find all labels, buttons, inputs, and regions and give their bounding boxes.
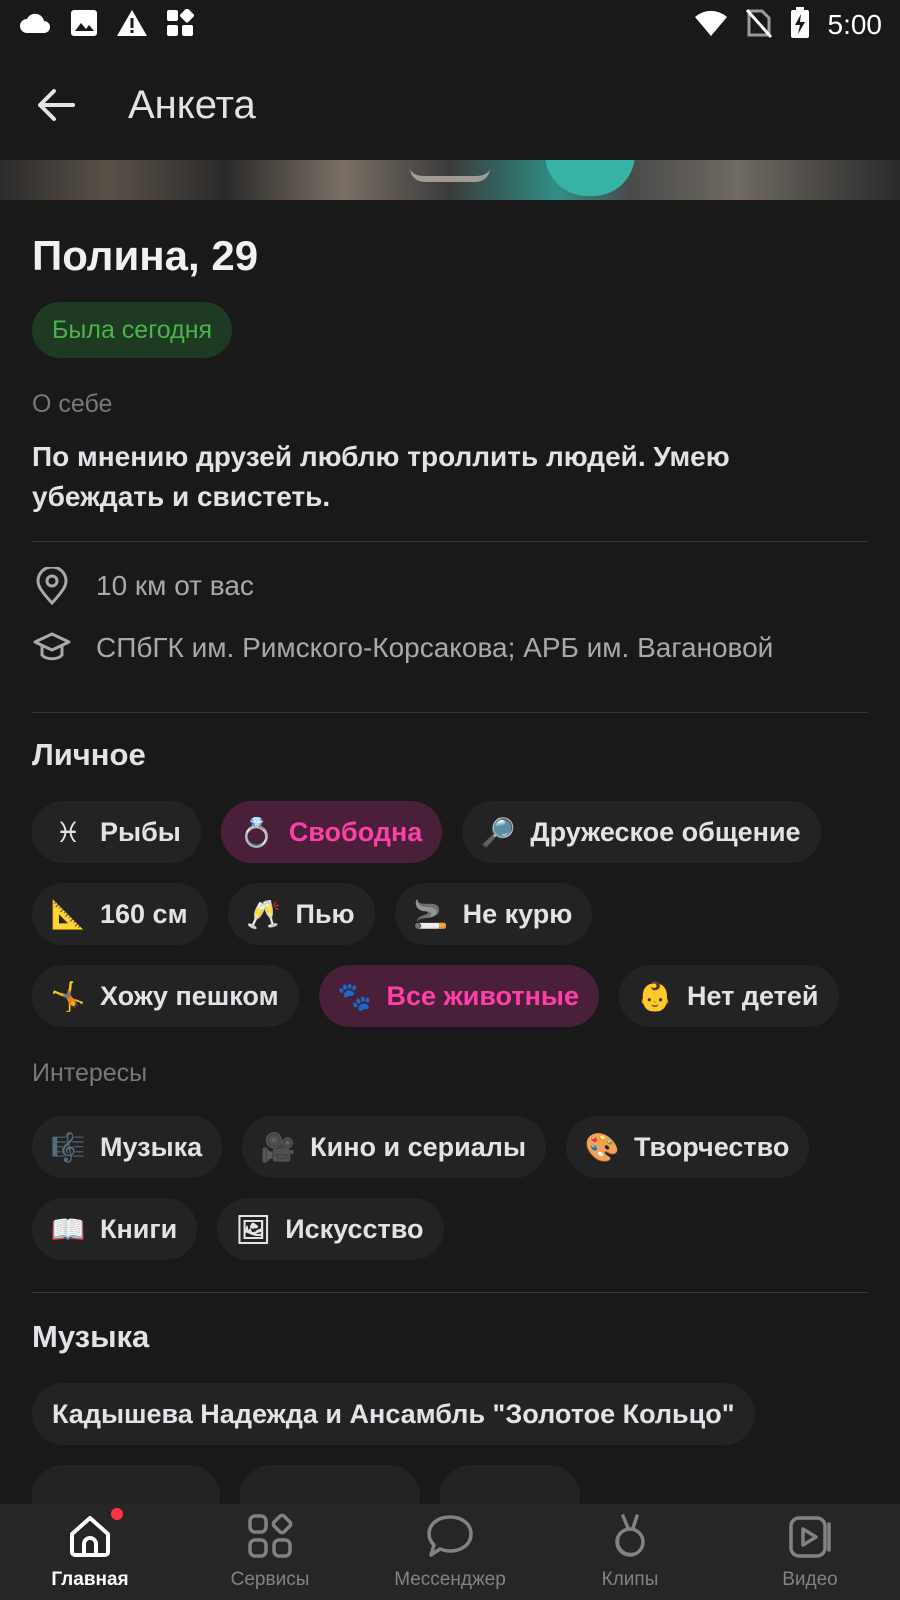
chip-smoking[interactable]: 🚬 Не курю bbox=[394, 883, 593, 945]
chip-interest-books[interactable]: 📖 Книги bbox=[32, 1198, 198, 1260]
chip-interest-movies[interactable]: 🎥 Кино и сериалы bbox=[242, 1116, 547, 1178]
status-bar: 5:00 bbox=[0, 0, 900, 50]
chip-interest-music[interactable]: 🎼 Музыка bbox=[32, 1116, 223, 1178]
divider bbox=[32, 541, 868, 542]
cloud-icon bbox=[18, 11, 52, 40]
no-sim-icon bbox=[745, 8, 772, 43]
nav-clips[interactable]: Клипы bbox=[540, 1504, 720, 1600]
ruler-icon: 📐 bbox=[50, 898, 86, 930]
notification-dot bbox=[111, 1508, 123, 1520]
personal-title: Личное bbox=[32, 737, 146, 772]
chip-label: Кино и сериалы bbox=[310, 1131, 527, 1162]
music-title: Музыка bbox=[32, 1319, 150, 1354]
interest-chips: 🎼 Музыка 🎥 Кино и сериалы 🎨 Творчество 📖 Кни… bbox=[32, 1116, 868, 1260]
location-pin-icon bbox=[32, 566, 72, 606]
about-text: По мнению друзей люблю троллить людей. У… bbox=[32, 441, 730, 512]
back-arrow-icon[interactable] bbox=[28, 77, 84, 133]
app-bar: Анкета bbox=[0, 50, 900, 160]
graduation-cap-icon bbox=[32, 628, 72, 668]
nav-label: Главная bbox=[51, 1569, 129, 1590]
interests-label: Интересы bbox=[32, 1059, 148, 1087]
chip-music-artist[interactable]: Кадышева Надежда и Ансамбль "Золотое Кол… bbox=[32, 1383, 755, 1445]
warning-icon bbox=[116, 9, 148, 42]
chip-label: Творчество bbox=[634, 1131, 790, 1162]
chip-height[interactable]: 📐 160 см bbox=[32, 883, 208, 945]
divider bbox=[32, 1292, 868, 1293]
clips-icon bbox=[606, 1512, 654, 1565]
chip-label: Пью bbox=[295, 898, 355, 929]
profile-name: Полина, 29 bbox=[32, 232, 259, 279]
music-score-icon: 🎼 bbox=[50, 1131, 86, 1163]
video-icon bbox=[786, 1512, 834, 1565]
about-label: О себе bbox=[32, 390, 113, 418]
magnifier-icon: 🔎 bbox=[480, 816, 516, 848]
image-icon bbox=[70, 9, 98, 42]
chip-relationship[interactable]: 💍 Свободна bbox=[220, 801, 443, 863]
chip-activity[interactable]: 🤸 Хожу пешком bbox=[32, 965, 299, 1027]
profile-photo[interactable] bbox=[0, 160, 900, 200]
battery-charging-icon bbox=[790, 6, 810, 44]
cartwheel-icon: 🤸 bbox=[50, 980, 86, 1012]
framed-picture-icon: 🖼 bbox=[235, 1213, 271, 1245]
home-icon bbox=[66, 1512, 114, 1565]
paw-icon: 🐾 bbox=[337, 980, 372, 1012]
chip-label: Не курю bbox=[462, 898, 573, 929]
nav-label: Видео bbox=[782, 1569, 838, 1590]
wifi-icon bbox=[694, 9, 728, 42]
divider bbox=[32, 712, 868, 713]
palette-icon: 🎨 bbox=[584, 1131, 620, 1163]
apps-icon bbox=[166, 8, 194, 42]
distance-text: 10 км от вас bbox=[96, 570, 254, 601]
baby-icon: 👶 bbox=[637, 980, 673, 1012]
status-badge: Была сегодня bbox=[32, 302, 233, 358]
chip-interest-creativity[interactable]: 🎨 Творчество bbox=[566, 1116, 810, 1178]
photo-detail bbox=[410, 168, 490, 182]
clock: 5:00 bbox=[827, 9, 883, 40]
profile-content: Полина, 29 Была сегодня О себе По мнению… bbox=[32, 200, 868, 1527]
chip-label: Хожу пешком bbox=[100, 980, 279, 1011]
nav-video[interactable]: Видео bbox=[720, 1504, 900, 1600]
chip-looking-for[interactable]: 🔎 Дружеское общение bbox=[462, 801, 821, 863]
chip-label: Дружеское общение bbox=[530, 816, 801, 847]
ring-icon: 💍 bbox=[239, 816, 275, 848]
chip-label: Искусство bbox=[285, 1213, 424, 1244]
cigarette-icon: 🚬 bbox=[413, 898, 449, 930]
services-icon bbox=[246, 1512, 294, 1565]
pisces-icon: ♓ bbox=[55, 816, 81, 848]
book-icon: 📖 bbox=[50, 1213, 86, 1245]
nav-label: Сервисы bbox=[230, 1569, 310, 1590]
chip-label: Рыбы bbox=[100, 816, 181, 847]
nav-messenger[interactable]: Мессенджер bbox=[360, 1504, 540, 1600]
chip-label: Свободна bbox=[288, 816, 423, 847]
chip-label: Музыка bbox=[100, 1131, 203, 1162]
education-text: СПбГК им. Римского-Корсакова; АРБ им. Ва… bbox=[96, 632, 774, 663]
chip-label: Книги bbox=[100, 1213, 178, 1244]
nav-home[interactable]: Главная bbox=[0, 1504, 180, 1600]
chip-interest-art[interactable]: 🖼 Искусство bbox=[217, 1198, 444, 1260]
nav-label: Клипы bbox=[601, 1569, 659, 1590]
chip-zodiac[interactable]: ♓ Рыбы bbox=[32, 801, 201, 863]
distance-row: 10 км от вас bbox=[32, 566, 868, 606]
chip-label: Нет детей bbox=[687, 980, 819, 1011]
movie-camera-icon: 🎥 bbox=[260, 1131, 296, 1163]
chip-pets[interactable]: 🐾 Все животные bbox=[318, 965, 599, 1027]
bottom-navigation: Главная Сервисы Мессенджер Клипы Видео bbox=[0, 1504, 900, 1600]
photo-detail bbox=[545, 160, 635, 196]
chip-alcohol[interactable]: 🥂 Пью bbox=[227, 883, 375, 945]
messenger-icon bbox=[425, 1512, 475, 1565]
glasses-icon: 🥂 bbox=[246, 898, 281, 930]
page-title: Анкета bbox=[128, 82, 256, 127]
personal-chips: ♓ Рыбы 💍 Свободна 🔎 Дружеское общение 📐 160 … bbox=[32, 801, 868, 1027]
nav-services[interactable]: Сервисы bbox=[180, 1504, 360, 1600]
chip-children[interactable]: 👶 Нет детей bbox=[619, 965, 839, 1027]
nav-label: Мессенджер bbox=[394, 1569, 506, 1590]
chip-label: Все животные bbox=[386, 980, 579, 1011]
education-row: СПбГК им. Римского-Корсакова; АРБ им. Ва… bbox=[32, 628, 868, 668]
chip-label: 160 см bbox=[100, 898, 188, 929]
